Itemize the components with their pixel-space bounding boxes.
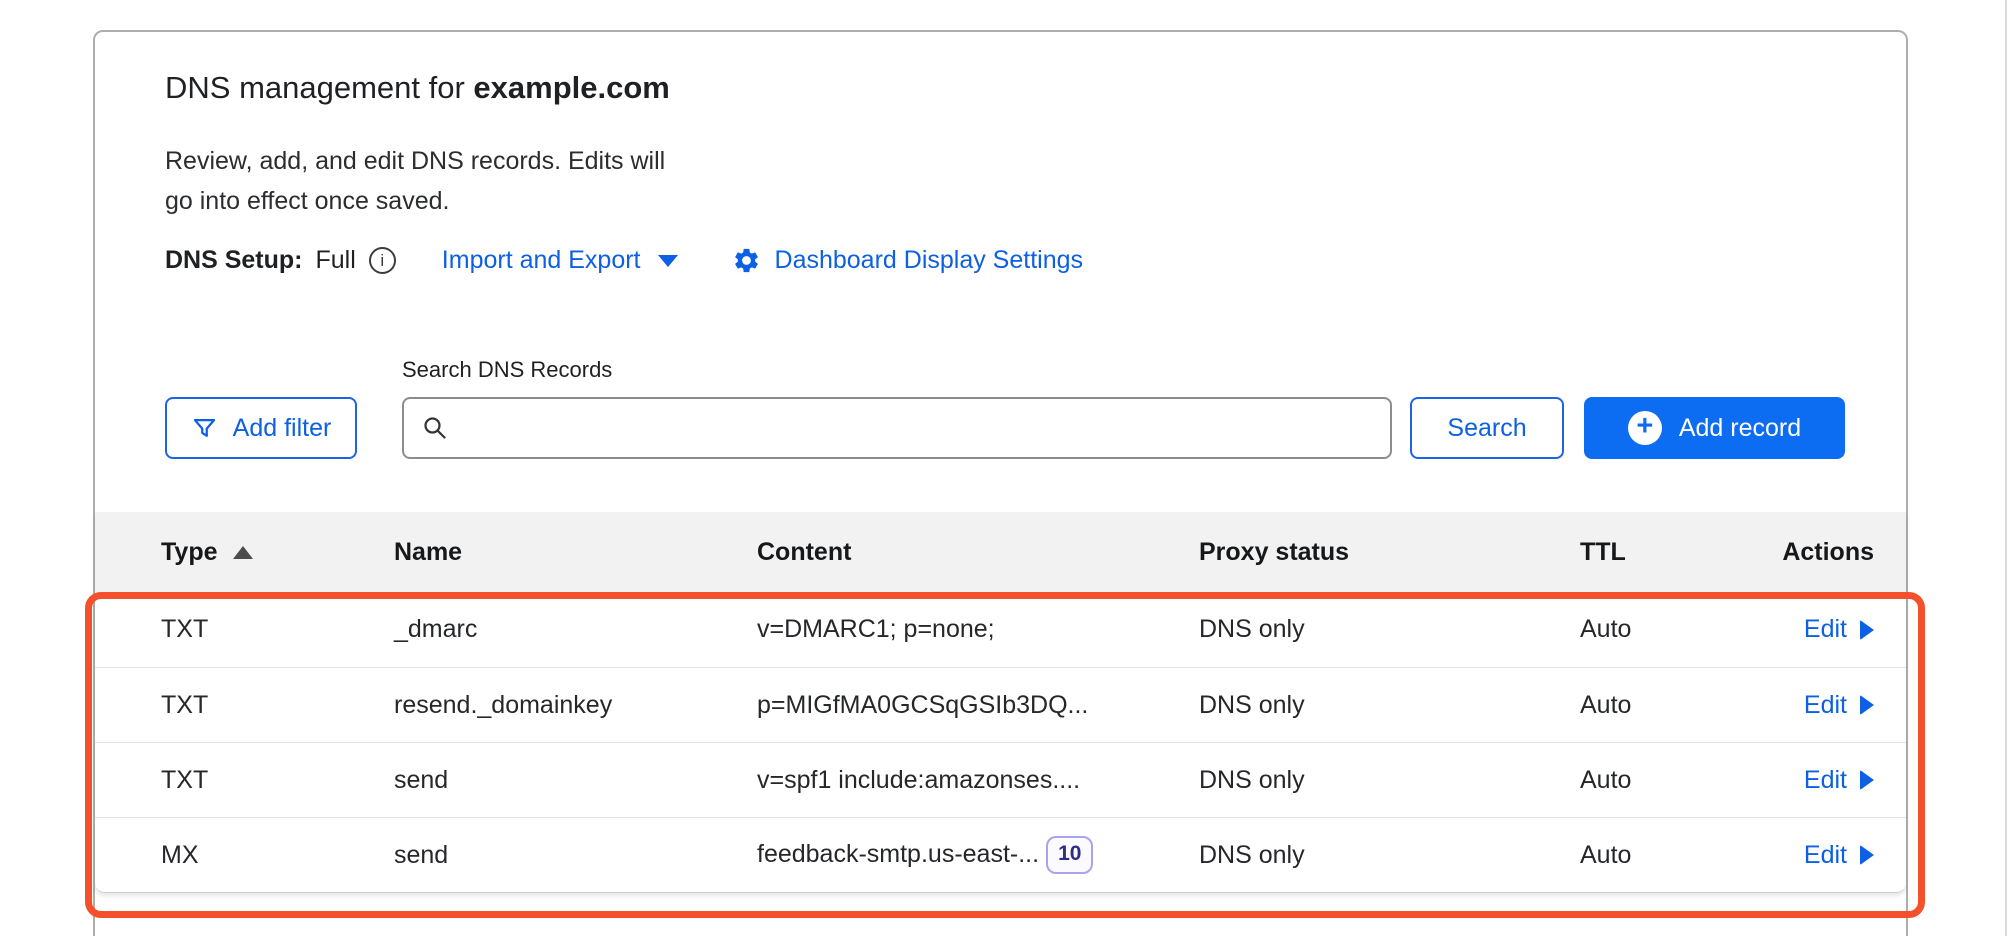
search-button[interactable]: Search [1410,397,1564,459]
arrow-right-icon [1860,770,1874,790]
page-title-prefix: DNS management for [165,70,473,105]
filter-funnel-icon [191,415,218,442]
gear-icon [732,246,761,275]
cell-ttl: Auto [1580,766,1769,795]
page-title-domain: example.com [473,70,669,105]
plus-icon [1628,411,1662,445]
edit-label: Edit [1804,691,1847,720]
arrow-right-icon [1860,695,1874,715]
arrow-right-icon [1860,620,1874,640]
search-field-label: Search DNS Records [402,357,1392,383]
dns-management-page: DNS management for example.com Review, a… [0,0,2012,936]
cell-type: TXT [161,615,394,644]
column-header-type-label: Type [161,538,218,567]
column-header-content: Content [757,538,1199,567]
arrow-right-icon [1860,845,1874,865]
cell-name: send [394,766,757,795]
table-body: TXT _dmarc v=DMARC1; p=none; DNS only Au… [95,592,1906,892]
records-toolbar: Add filter Search DNS Records Search [165,357,1906,459]
import-export-label: Import and Export [442,246,641,275]
search-button-label: Search [1447,414,1526,443]
edit-record-link[interactable]: Edit [1804,615,1874,644]
column-header-ttl: TTL [1580,538,1769,567]
edit-label: Edit [1804,615,1847,644]
cell-ttl: Auto [1580,615,1769,644]
window-edge-divider [2005,0,2007,936]
import-export-link[interactable]: Import and Export [442,246,678,275]
content-text: v=DMARC1; p=none; [757,615,995,644]
cell-name: send [394,841,757,870]
cell-ttl: Auto [1580,841,1769,870]
add-record-label: Add record [1679,414,1801,443]
cell-ttl: Auto [1580,691,1769,720]
dashboard-display-settings-label: Dashboard Display Settings [775,246,1084,275]
edit-label: Edit [1804,841,1847,870]
search-input[interactable] [461,413,1372,443]
column-header-proxy-status: Proxy status [1199,538,1580,567]
subtitle-line-1: Review, add, and edit DNS records. Edits… [165,147,665,175]
dns-card: DNS management for example.com Review, a… [93,30,1908,936]
dashboard-display-settings-link[interactable]: Dashboard Display Settings [732,246,1084,275]
column-header-type[interactable]: Type [161,538,394,567]
content-text: p=MIGfMA0GCSqGSIb3DQ... [757,691,1088,720]
table-row-spf: TXT send v=spf1 include:amazonses.... DN… [95,742,1906,817]
cell-content: p=MIGfMA0GCSqGSIb3DQ... [757,691,1199,720]
cell-proxy-status: DNS only [1199,615,1580,644]
search-icon [422,415,448,441]
page-subtitle: Review, add, and edit DNS records. Edits… [165,141,1906,221]
edit-record-link[interactable]: Edit [1804,841,1874,870]
table-row-mx: MX send feedback-smtp.us-east-... 10 DNS… [95,817,1906,892]
cell-content: v=spf1 include:amazonses.... [757,766,1199,795]
add-filter-button[interactable]: Add filter [165,397,357,459]
dns-setup-row: DNS Setup: Full Import and Export Dashbo… [165,246,1906,275]
cell-type: MX [161,841,394,870]
cell-proxy-status: DNS only [1199,766,1580,795]
content-text: v=spf1 include:amazonses.... [757,766,1080,795]
cell-name: _dmarc [394,615,757,644]
edit-label: Edit [1804,766,1847,795]
dns-records-table: Type Name Content Proxy status TTL Actio… [95,512,1906,893]
search-field-group: Search DNS Records [402,357,1392,459]
card-header: DNS management for example.com Review, a… [95,32,1906,459]
subtitle-line-2: go into effect once saved. [165,187,449,215]
edit-record-link[interactable]: Edit [1804,766,1874,795]
table-header-row: Type Name Content Proxy status TTL Actio… [95,512,1906,592]
cell-type: TXT [161,766,394,795]
cell-type: TXT [161,691,394,720]
add-record-button[interactable]: Add record [1584,397,1845,459]
chevron-down-icon [658,255,678,267]
search-box[interactable] [402,397,1392,459]
dns-setup-label: DNS Setup: [165,246,303,275]
cell-content: feedback-smtp.us-east-... 10 [757,836,1199,873]
page-title: DNS management for example.com [165,68,1906,108]
dns-setup-value: Full [316,246,356,275]
column-header-actions: Actions [1782,538,1874,567]
table-row-dmarc: TXT _dmarc v=DMARC1; p=none; DNS only Au… [95,592,1906,667]
cell-content: v=DMARC1; p=none; [757,615,1199,644]
cell-name: resend._domainkey [394,691,757,720]
content-text: feedback-smtp.us-east-... [757,840,1039,869]
add-filter-label: Add filter [233,414,332,443]
cell-proxy-status: DNS only [1199,841,1580,870]
info-icon[interactable] [369,247,396,274]
sort-ascending-icon [233,546,253,559]
table-row-domainkey: TXT resend._domainkey p=MIGfMA0GCSqGSIb3… [95,667,1906,742]
mx-priority-badge: 10 [1046,836,1093,873]
cell-proxy-status: DNS only [1199,691,1580,720]
edit-record-link[interactable]: Edit [1804,691,1874,720]
column-header-name: Name [394,538,757,567]
